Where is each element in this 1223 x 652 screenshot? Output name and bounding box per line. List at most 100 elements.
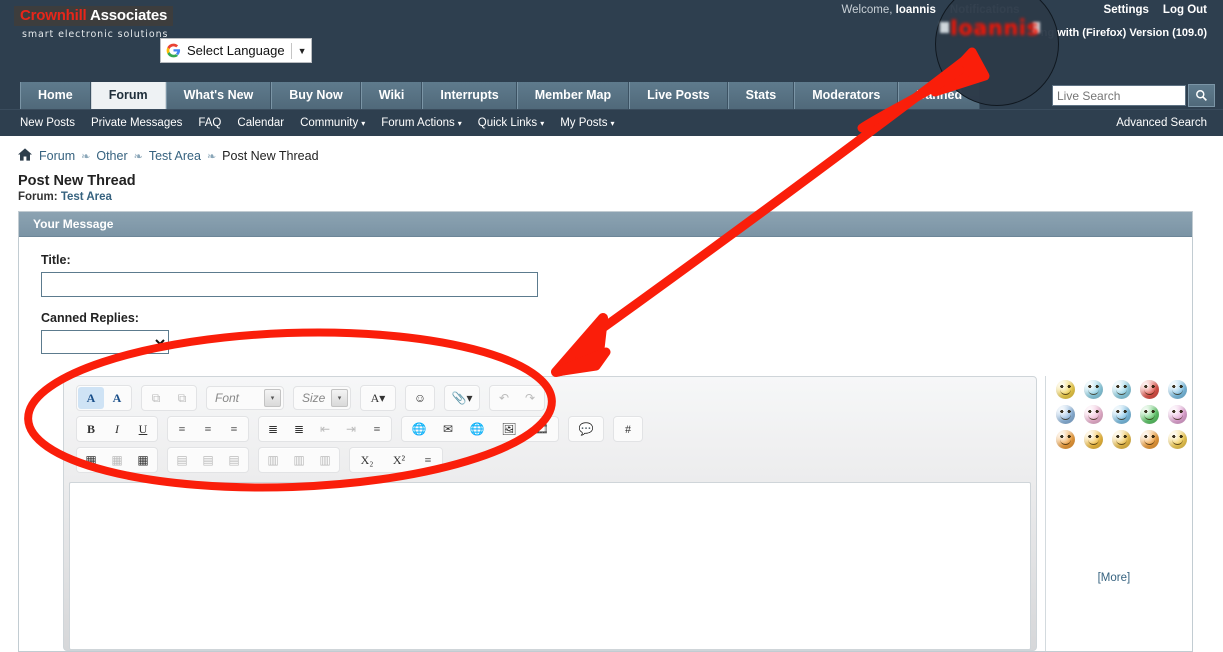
- subnav-item-label: Community: [300, 117, 359, 129]
- smiley-icon[interactable]: [1083, 430, 1103, 449]
- smiley-icon[interactable]: [1167, 380, 1187, 399]
- smiley-icon[interactable]: [1055, 380, 1075, 399]
- bold-icon[interactable]: B: [78, 418, 104, 440]
- subnav-item-list: New Posts Private Messages FAQ Calendar Comm…: [20, 117, 631, 129]
- search-button[interactable]: [1188, 84, 1215, 107]
- nav-tab-forum[interactable]: Forum: [90, 82, 166, 109]
- insert-column-left-icon: ▤: [176, 452, 188, 467]
- nav-tab-home[interactable]: Home: [20, 82, 91, 109]
- subnav-item-label: Calendar: [237, 117, 285, 129]
- smiley-icon[interactable]: [1139, 405, 1159, 424]
- forum-name-link[interactable]: Test Area: [61, 191, 112, 203]
- settings-link[interactable]: Settings: [1104, 4, 1149, 16]
- subnav-item-my-posts[interactable]: My Posts ▾: [560, 117, 614, 129]
- breadcrumb-link-test-area[interactable]: Test Area: [149, 149, 201, 163]
- font-select[interactable]: Font ▾: [206, 386, 284, 410]
- insert-link-icon[interactable]: 🌐: [403, 418, 435, 440]
- insert-table-icon[interactable]: ▦: [78, 449, 104, 471]
- breadcrumb-separator-icon: ❧: [81, 151, 91, 163]
- insert-image-icon[interactable]: 🖼: [493, 418, 525, 440]
- title-input[interactable]: [41, 272, 538, 297]
- size-select[interactable]: Size ▾: [293, 386, 351, 410]
- subnav-item-new-posts[interactable]: New Posts: [20, 117, 75, 129]
- language-selector[interactable]: Select Language ▼: [160, 38, 312, 63]
- insert-video-icon[interactable]: 🎞: [525, 418, 557, 440]
- remove-formatting-icon[interactable]: A: [104, 387, 130, 409]
- nav-tab-member-map[interactable]: Member Map: [516, 82, 630, 109]
- smilies-panel: [More]: [1044, 376, 1192, 651]
- smiley-icon[interactable]: [1167, 430, 1187, 449]
- subnav-item-label: FAQ: [198, 117, 222, 129]
- page-subtitle: Forum: Test Area: [0, 189, 1223, 203]
- subnav-item-calendar[interactable]: Calendar: [237, 117, 284, 129]
- nav-tab-list: Home Forum What's New Buy Now Wiki Interrupts…: [20, 82, 981, 109]
- subnav-item-quick-links[interactable]: Quick Links ▾: [478, 117, 544, 129]
- superscript-icon[interactable]: X²: [383, 449, 415, 471]
- smiley-icon[interactable]: [1111, 405, 1131, 424]
- italic-icon[interactable]: I: [104, 418, 130, 440]
- logout-link[interactable]: Log Out: [1163, 4, 1207, 16]
- canned-replies-select[interactable]: [41, 330, 169, 354]
- smiley-icon[interactable]: [1055, 405, 1075, 424]
- nav-tab-what-s-new[interactable]: What's New: [165, 82, 272, 109]
- toolbar-row-3: ▦ ▦ ▦ ▤ ▤ ▤ ▥ ▥ ▥ X₂ X² ≡: [64, 447, 1036, 478]
- subnav-item-forum-actions[interactable]: Forum Actions ▾: [381, 117, 462, 129]
- smiley-icon[interactable]: [1167, 405, 1187, 424]
- message-panel: Your Message Title: Canned Replies: A A ⧉ ⧉…: [18, 211, 1193, 652]
- smiley-icon[interactable]: [1083, 405, 1103, 424]
- toolbar-group: 💬: [568, 416, 604, 442]
- align-right-icon[interactable]: ≡: [221, 418, 247, 440]
- nav-tab-stats[interactable]: Stats: [727, 82, 795, 109]
- subnav-item-private-messages[interactable]: Private Messages: [91, 117, 182, 129]
- underline-icon[interactable]: U: [130, 418, 156, 440]
- align-left-icon[interactable]: ≡: [169, 418, 195, 440]
- smilies-icon[interactable]: ☺: [407, 387, 433, 409]
- advanced-search-link[interactable]: Advanced Search: [1116, 117, 1207, 129]
- remove-link-icon[interactable]: 🌐: [461, 418, 493, 440]
- table-properties-icon: ▦: [111, 452, 123, 467]
- ordered-list-icon[interactable]: ≣: [260, 418, 286, 440]
- insert-email-icon[interactable]: ✉: [435, 418, 461, 440]
- subnav-item-community[interactable]: Community ▾: [300, 117, 365, 129]
- breadcrumb-link-other[interactable]: Other: [96, 149, 127, 163]
- breadcrumb-link-forum[interactable]: Forum: [39, 149, 75, 163]
- horizontal-rule-icon[interactable]: ≡: [415, 449, 441, 471]
- logo-secondary-text: Associates: [89, 7, 168, 24]
- justify-icon[interactable]: ≡: [364, 418, 390, 440]
- panel-body: Title: Canned Replies: A A ⧉ ⧉ Font ▾ Size ▾ A▾ ☺…: [19, 237, 1192, 651]
- search-input[interactable]: [1052, 85, 1186, 106]
- toolbar-group: 🌐 ✉ 🌐 🖼 🎞: [401, 416, 559, 442]
- smiley-icon[interactable]: [1055, 430, 1075, 449]
- nav-tab-wiki[interactable]: Wiki: [360, 82, 423, 109]
- code-hash-icon[interactable]: #: [615, 418, 641, 440]
- chevron-down-icon: ▾: [457, 119, 462, 128]
- smiley-icon[interactable]: [1111, 380, 1131, 399]
- smiley-icon[interactable]: [1083, 380, 1103, 399]
- subnav-item-label: Forum Actions: [381, 117, 455, 129]
- smiley-icon[interactable]: [1139, 430, 1159, 449]
- smiley-icon[interactable]: [1139, 380, 1159, 399]
- editor-toolbar: A A ⧉ ⧉ Font ▾ Size ▾ A▾ ☺ 📎▾ ↶ ↷ B I U ≡ ≡ ≡ ≣ ≣ ⇤ ⇥ ≡ 🌐 ✉ 🌐 🖼 🎞 💬 # ▦…: [64, 385, 1036, 478]
- subnav-item-label: Private Messages: [90, 117, 183, 129]
- nav-tab-buy-now[interactable]: Buy Now: [271, 82, 361, 109]
- attachment-icon[interactable]: 📎▾: [446, 387, 478, 409]
- align-center-icon[interactable]: ≡: [195, 418, 221, 440]
- quote-icon[interactable]: 💬: [570, 418, 602, 440]
- editor-text-area[interactable]: [69, 482, 1031, 650]
- home-icon[interactable]: [18, 148, 32, 164]
- more-smilies-link[interactable]: [More]: [1098, 572, 1131, 584]
- welcome-username: Ioannis: [895, 4, 936, 16]
- secondary-navigation: New Posts Private Messages FAQ Calendar Comm…: [0, 109, 1223, 136]
- delete-table-icon[interactable]: ▦: [130, 449, 156, 471]
- nav-tab-live-posts[interactable]: Live Posts: [629, 82, 728, 109]
- remove-text-color-icon[interactable]: A: [78, 387, 104, 409]
- font-color-icon[interactable]: A▾: [362, 387, 394, 409]
- nav-tab-interrupts[interactable]: Interrupts: [422, 82, 517, 109]
- bullet-list-icon[interactable]: ≣: [286, 418, 312, 440]
- smiley-icon[interactable]: [1111, 430, 1131, 449]
- language-selector-label: Select Language: [187, 43, 285, 58]
- nav-tab-moderators[interactable]: Moderators: [794, 82, 899, 109]
- subnav-item-faq[interactable]: FAQ: [198, 117, 221, 129]
- site-logo[interactable]: Crownhill Associates smart electronic so…: [14, 6, 174, 40]
- subscript-icon[interactable]: X₂: [351, 449, 383, 471]
